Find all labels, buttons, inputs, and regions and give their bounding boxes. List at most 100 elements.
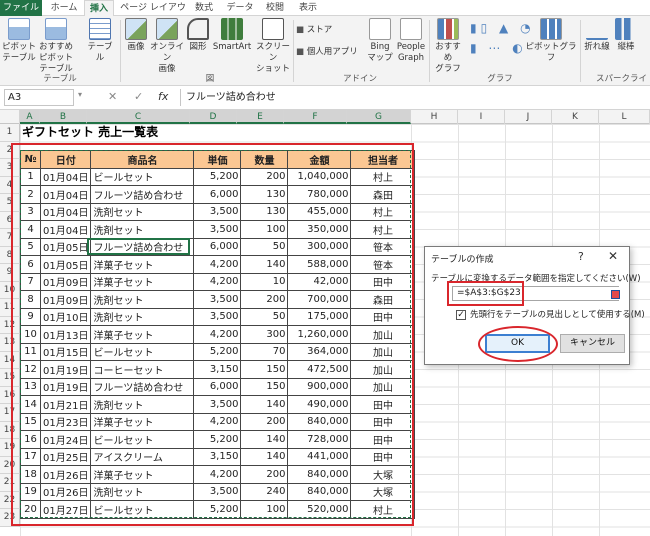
- row-header[interactable]: 8: [0, 246, 20, 264]
- column-header-f[interactable]: F: [284, 110, 347, 124]
- pivot-table-button[interactable]: ピボット テーブル: [2, 18, 36, 64]
- cell-unit-price[interactable]: 4,200: [193, 465, 242, 484]
- column-header-k[interactable]: K: [552, 110, 599, 124]
- cell-amount[interactable]: 42,000: [287, 272, 352, 291]
- cell-amount[interactable]: 490,000: [287, 395, 352, 414]
- cell-date[interactable]: 01月19日: [39, 360, 92, 379]
- cancel-icon[interactable]: ✕: [108, 90, 117, 103]
- cell-amount[interactable]: 441,000: [287, 447, 352, 466]
- header-staff[interactable]: 担当者: [350, 150, 416, 169]
- cell-date[interactable]: 01月21日: [39, 395, 92, 414]
- cell-no[interactable]: 17: [20, 447, 41, 466]
- cell-date[interactable]: 01月15日: [39, 342, 92, 361]
- cell-unit-price[interactable]: 5,200: [193, 500, 242, 519]
- tab-review[interactable]: 校閲: [262, 0, 288, 16]
- row-header[interactable]: 22: [0, 491, 20, 509]
- cell-quantity[interactable]: 150: [240, 360, 289, 379]
- header-row-checkbox-label[interactable]: 先頭行をテーブルの見出しとして使用する(M): [470, 308, 645, 320]
- cell-unit-price[interactable]: 3,500: [193, 482, 242, 501]
- recommended-pivot-button[interactable]: おすすめ ピボットテーブル: [36, 18, 76, 75]
- cell-staff[interactable]: 村上: [350, 220, 416, 239]
- cell-amount[interactable]: 350,000: [287, 220, 352, 239]
- cell-staff[interactable]: 加山: [350, 360, 416, 379]
- cell-amount[interactable]: 840,000: [287, 412, 352, 431]
- cancel-button[interactable]: キャンセル: [560, 334, 625, 353]
- sales-table[interactable]: № 日付 商品名 単価 数量 金額 担当者 1 01月04日 ビールセット 5,200…: [20, 150, 416, 519]
- chart-type-icons-2[interactable]: ▮ ⋯ ◐: [470, 42, 527, 54]
- cell-date[interactable]: 01月26日: [39, 465, 92, 484]
- row-header[interactable]: 4: [0, 176, 20, 194]
- cell-unit-price[interactable]: 3,500: [193, 202, 242, 221]
- cell-no[interactable]: 10: [20, 325, 41, 344]
- cell-staff[interactable]: 加山: [350, 325, 416, 344]
- help-icon[interactable]: ?: [578, 250, 584, 263]
- cell-date[interactable]: 01月09日: [39, 290, 92, 309]
- cell-quantity[interactable]: 200: [240, 465, 289, 484]
- row-header[interactable]: 3: [0, 159, 20, 177]
- header-unit-price[interactable]: 単価: [193, 150, 242, 169]
- cell-date[interactable]: 01月25日: [39, 447, 92, 466]
- column-header-b[interactable]: B: [40, 110, 87, 124]
- cell-product[interactable]: 洗剤セット: [90, 395, 195, 414]
- range-input[interactable]: =$A$3:$G$23: [452, 286, 619, 301]
- sparkline-column-button[interactable]: 縦棒: [612, 18, 640, 53]
- cell-staff[interactable]: 田中: [350, 395, 416, 414]
- column-header-a[interactable]: A: [20, 110, 40, 124]
- tab-home[interactable]: ホーム: [48, 0, 80, 16]
- row-header[interactable]: 20: [0, 456, 20, 474]
- cell-staff[interactable]: 田中: [350, 430, 416, 449]
- cell-staff[interactable]: 田中: [350, 412, 416, 431]
- cell-quantity[interactable]: 140: [240, 395, 289, 414]
- cell-unit-price[interactable]: 5,200: [193, 167, 242, 186]
- column-header-i[interactable]: I: [458, 110, 505, 124]
- name-box[interactable]: A3: [4, 89, 74, 106]
- row-header[interactable]: 2: [0, 141, 20, 159]
- screenshot-button[interactable]: スクリーン ショット: [254, 18, 292, 75]
- cell-product[interactable]: 洋菓子セット: [90, 272, 195, 291]
- cell-quantity[interactable]: 150: [240, 377, 289, 396]
- cell-product[interactable]: ビールセット: [90, 500, 195, 519]
- cell-staff[interactable]: 村上: [350, 202, 416, 221]
- cell-no[interactable]: 13: [20, 377, 41, 396]
- cell-date[interactable]: 01月26日: [39, 482, 92, 501]
- cell-no[interactable]: 9: [20, 307, 41, 326]
- cell-product[interactable]: ビールセット: [90, 430, 195, 449]
- row-header[interactable]: 5: [0, 194, 20, 212]
- cell-staff[interactable]: 大塚: [350, 482, 416, 501]
- row-header[interactable]: 6: [0, 211, 20, 229]
- cell-quantity[interactable]: 140: [240, 447, 289, 466]
- personal-apps-button[interactable]: ■ 個人用アプリ: [296, 46, 358, 58]
- cell-amount[interactable]: 780,000: [287, 185, 352, 204]
- cell-product[interactable]: 洗剤セット: [90, 290, 195, 309]
- column-header-e[interactable]: E: [237, 110, 284, 124]
- cell-quantity[interactable]: 200: [240, 290, 289, 309]
- cell-staff[interactable]: 加山: [350, 342, 416, 361]
- cell-no[interactable]: 1: [20, 167, 41, 186]
- cell-unit-price[interactable]: 3,500: [193, 395, 242, 414]
- cell-date[interactable]: 01月04日: [39, 167, 92, 186]
- close-icon[interactable]: ✕: [608, 249, 618, 263]
- column-header-c[interactable]: C: [87, 110, 190, 124]
- tab-view[interactable]: 表示: [295, 0, 321, 16]
- cell-amount[interactable]: 588,000: [287, 255, 352, 274]
- cell-staff[interactable]: 田中: [350, 272, 416, 291]
- cell-amount[interactable]: 900,000: [287, 377, 352, 396]
- cell-date[interactable]: 01月04日: [39, 202, 92, 221]
- cell-product[interactable]: 洗剤セット: [90, 220, 195, 239]
- cell-date[interactable]: 01月19日: [39, 377, 92, 396]
- header-no[interactable]: №: [20, 150, 41, 169]
- cell-no[interactable]: 8: [20, 290, 41, 309]
- row-header[interactable]: 1: [0, 124, 20, 142]
- cell-date[interactable]: 01月09日: [39, 272, 92, 291]
- row-header[interactable]: 12: [0, 316, 20, 334]
- tab-data[interactable]: データ: [224, 0, 256, 16]
- cell-quantity[interactable]: 140: [240, 255, 289, 274]
- column-header-j[interactable]: J: [505, 110, 552, 124]
- row-header[interactable]: 21: [0, 474, 20, 492]
- cell-unit-price[interactable]: 4,200: [193, 255, 242, 274]
- cell-no[interactable]: 12: [20, 360, 41, 379]
- cell-product[interactable]: フルーツ詰め合わせ: [90, 185, 195, 204]
- cell-product[interactable]: ビールセット: [90, 167, 195, 186]
- tab-page-layout[interactable]: ページ レイアウト: [120, 0, 186, 29]
- cell-unit-price[interactable]: 5,200: [193, 430, 242, 449]
